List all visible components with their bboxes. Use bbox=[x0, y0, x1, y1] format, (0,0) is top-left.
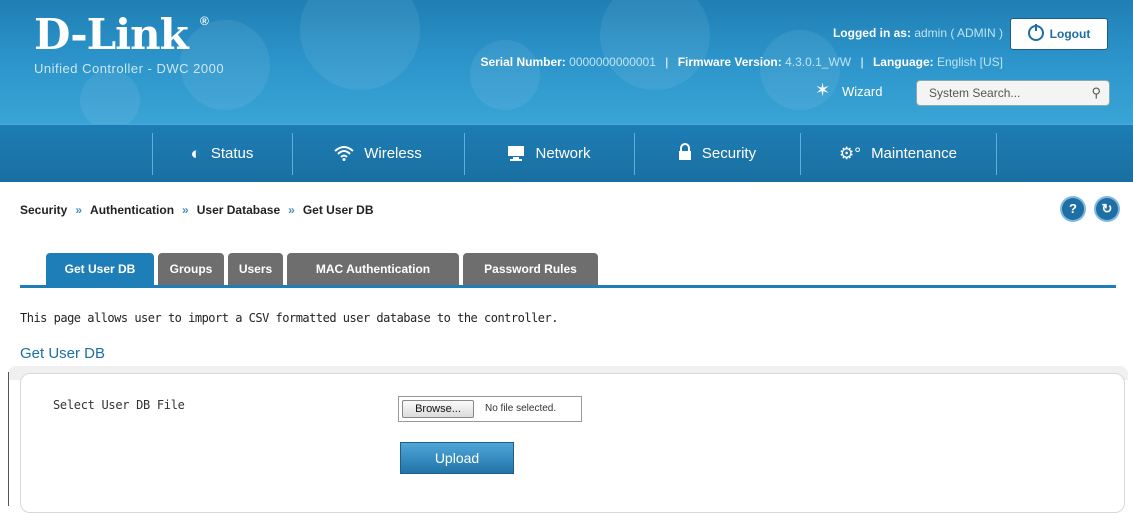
language-label: Language: bbox=[872, 55, 934, 69]
upload-panel bbox=[20, 373, 1125, 513]
breadcrumb-security[interactable]: Security bbox=[20, 203, 67, 217]
system-search-input[interactable]: System Search... ⚲ bbox=[916, 80, 1110, 106]
refresh-icon[interactable]: ↻ bbox=[1096, 198, 1118, 220]
header: D-Link ® Unified Controller - DWC 2000 L… bbox=[0, 0, 1133, 124]
breadcrumb-current: Get User DB bbox=[302, 203, 374, 217]
main-nav: ◐ Status Wireless Network Security ⚙° Main… bbox=[0, 124, 1133, 182]
language-selector[interactable]: English [US] bbox=[937, 55, 1003, 69]
panel-left-border bbox=[8, 372, 9, 506]
nav-wireless[interactable]: Wireless bbox=[292, 125, 464, 182]
tab-groups[interactable]: Groups bbox=[158, 253, 224, 285]
nav-network[interactable]: Network bbox=[464, 125, 634, 182]
tab-password-rules[interactable]: Password Rules bbox=[463, 253, 598, 285]
firmware-label: Firmware Version: bbox=[677, 55, 782, 69]
logout-label: Logout bbox=[1049, 27, 1091, 41]
file-status: No file selected. bbox=[485, 403, 557, 414]
search-placeholder: System Search... bbox=[929, 86, 1021, 100]
wifi-icon bbox=[334, 125, 354, 182]
nav-status-label: Status bbox=[210, 145, 254, 162]
select-file-label: Select User DB File bbox=[53, 398, 185, 412]
magic-wand-icon[interactable]: ✶ bbox=[815, 80, 830, 101]
device-info: Serial Number: 0000000000001 | Firmware … bbox=[480, 55, 1003, 69]
logged-in-label: Logged in as: bbox=[832, 26, 911, 40]
nav-network-label: Network bbox=[535, 145, 591, 162]
logged-in-user: admin ( ADMIN ) bbox=[914, 26, 1003, 40]
nav-maintenance-label: Maintenance bbox=[871, 145, 957, 162]
breadcrumb-user-database[interactable]: User Database bbox=[197, 203, 280, 217]
serial-value: 0000000000001 bbox=[569, 55, 656, 69]
nav-status[interactable]: ◐ Status bbox=[152, 125, 292, 182]
logout-button[interactable]: Logout bbox=[1010, 18, 1108, 50]
gears-icon: ⚙° bbox=[839, 144, 862, 163]
nav-wireless-label: Wireless bbox=[364, 145, 422, 162]
search-icon[interactable]: ⚲ bbox=[1091, 81, 1101, 105]
monitor-icon bbox=[507, 125, 525, 182]
power-icon bbox=[1027, 24, 1044, 41]
gauge-icon: ◐ bbox=[190, 144, 201, 163]
browse-button[interactable]: Browse... bbox=[402, 400, 474, 418]
nav-maintenance[interactable]: ⚙° Maintenance bbox=[800, 125, 996, 182]
tab-get-user-db[interactable]: Get User DB bbox=[46, 253, 154, 285]
file-input[interactable]: Browse... No file selected. bbox=[398, 396, 582, 422]
login-info: Logged in as: admin ( ADMIN ) bbox=[833, 26, 1003, 40]
breadcrumb-authentication[interactable]: Authentication bbox=[90, 203, 174, 217]
nav-security[interactable]: Security bbox=[634, 125, 800, 182]
lock-icon bbox=[678, 125, 692, 182]
breadcrumb: Security» Authentication» User Database» Ge… bbox=[20, 203, 374, 217]
tab-users[interactable]: Users bbox=[228, 253, 283, 285]
product-subtitle: Unified Controller - DWC 2000 bbox=[34, 61, 225, 76]
section-title: Get User DB bbox=[20, 345, 106, 362]
page-description: This page allows user to import a CSV fo… bbox=[20, 311, 558, 325]
tab-mac-authentication[interactable]: MAC Authentication bbox=[287, 253, 459, 285]
firmware-value: 4.3.0.1_WW bbox=[785, 55, 852, 69]
upload-button[interactable]: Upload bbox=[400, 442, 514, 474]
nav-security-label: Security bbox=[701, 145, 757, 162]
registered-mark: ® bbox=[200, 14, 209, 28]
tab-underline bbox=[20, 285, 1116, 288]
help-icon[interactable]: ? bbox=[1062, 198, 1084, 220]
brand-logo: D-Link bbox=[34, 10, 189, 59]
wizard-link[interactable]: Wizard bbox=[842, 84, 882, 99]
serial-label: Serial Number: bbox=[480, 55, 566, 69]
